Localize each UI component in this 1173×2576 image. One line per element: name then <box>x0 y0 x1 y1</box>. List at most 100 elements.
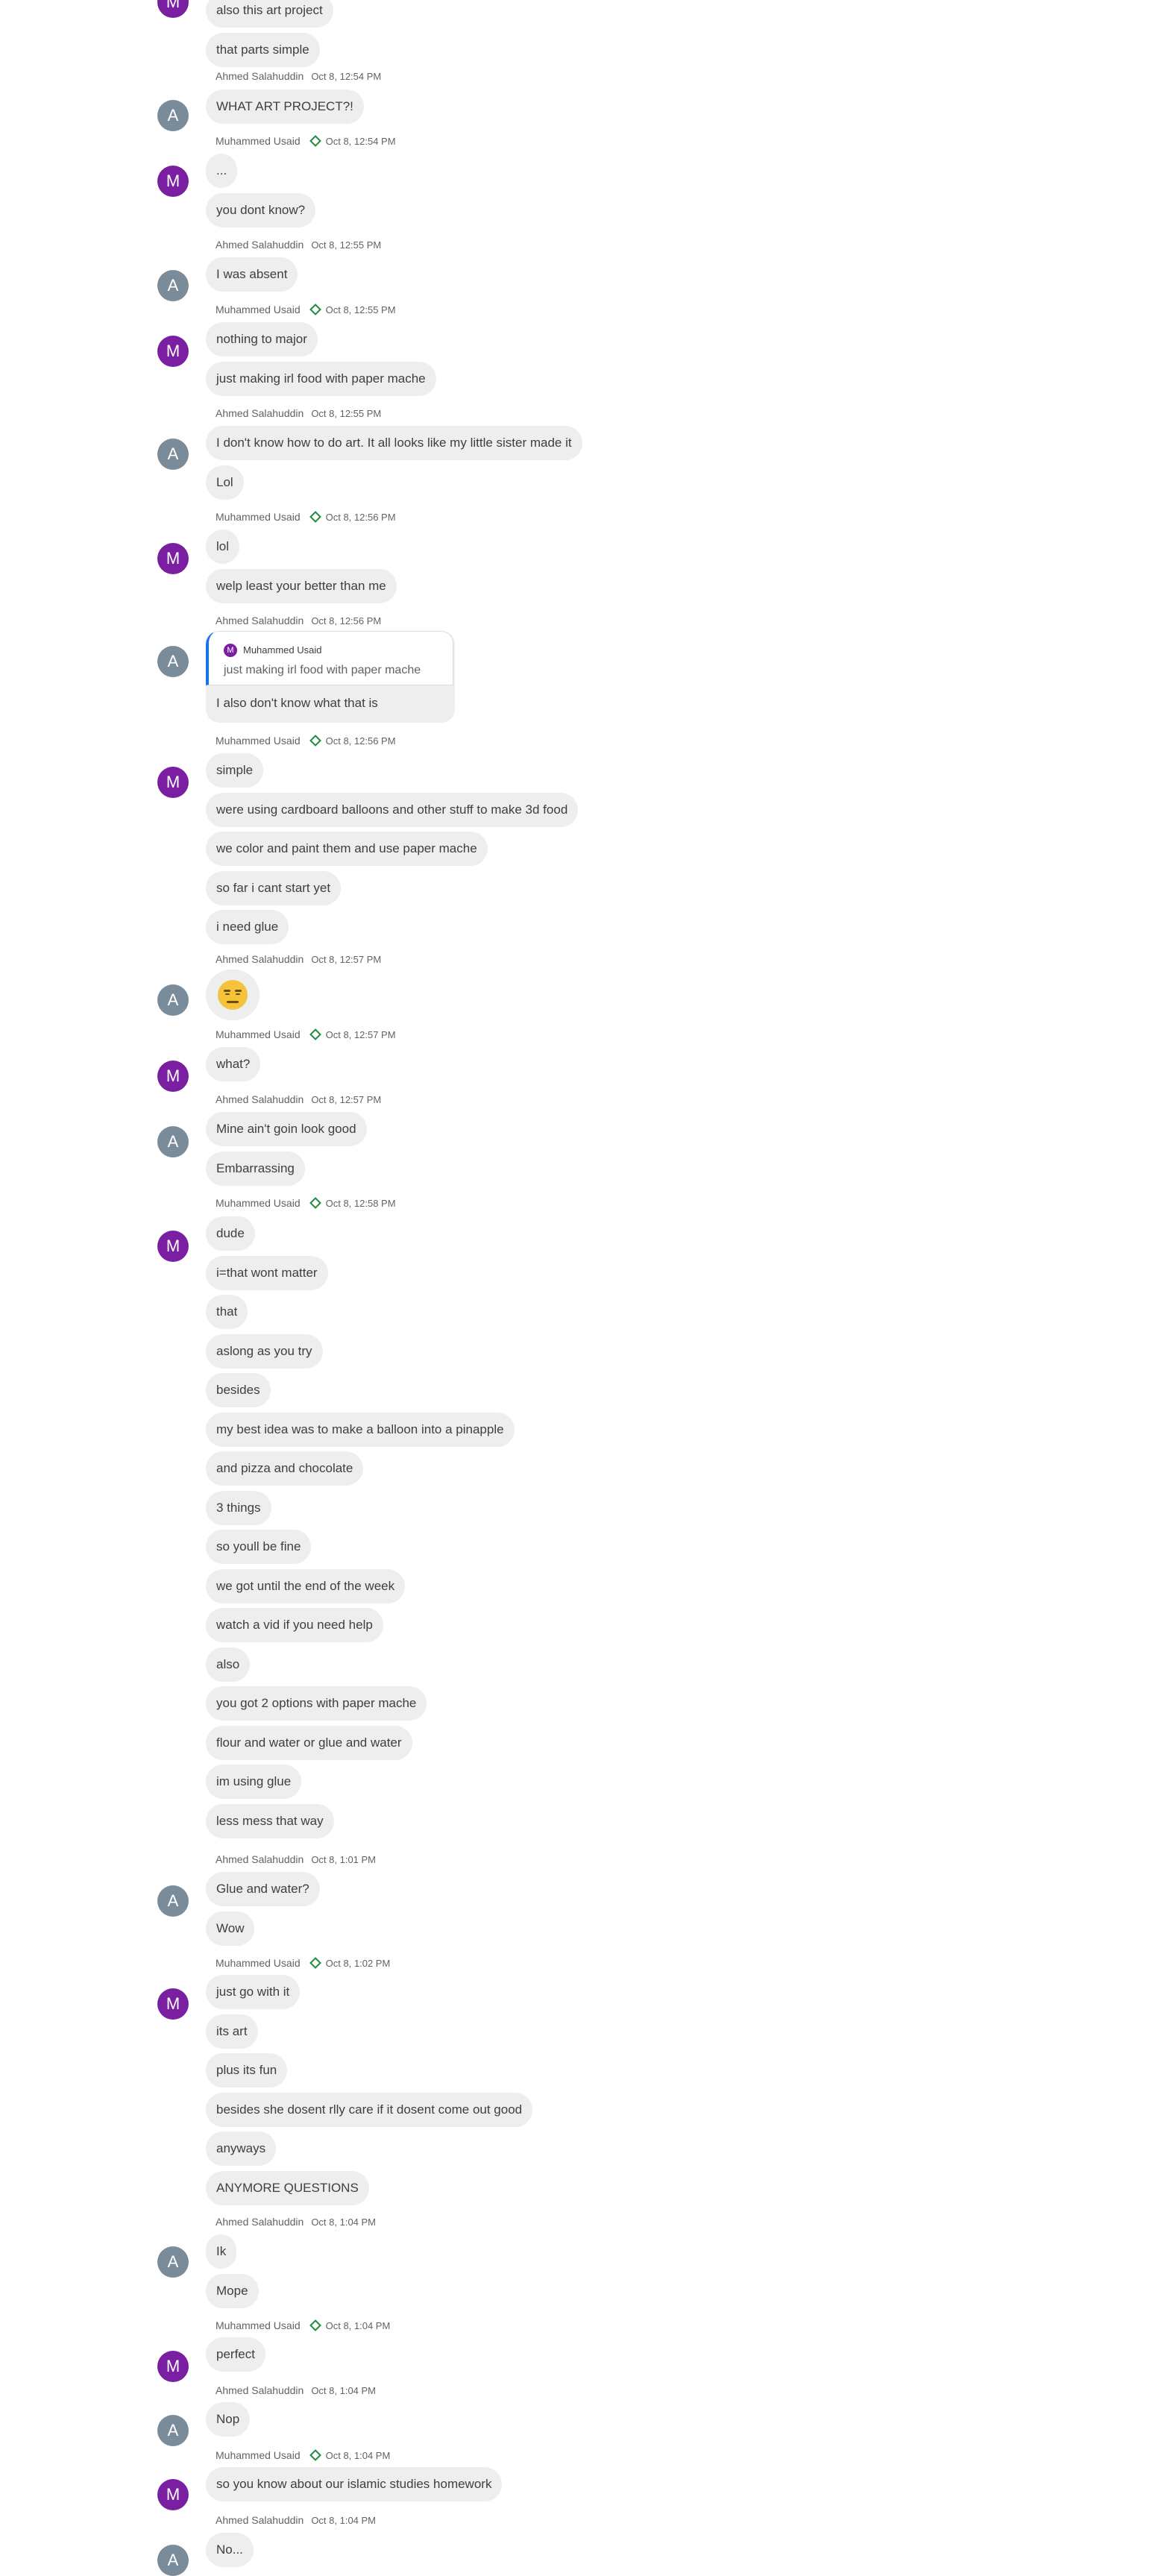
message-bubble[interactable]: that parts simple <box>206 32 320 67</box>
sender-name[interactable]: Muhammed Usaid <box>216 1197 301 1209</box>
message-bubble[interactable]: I don't know how to do art. It all looks… <box>206 426 582 460</box>
message-bubble[interactable]: simple <box>206 753 264 788</box>
message-bubble[interactable]: just making irl food with paper mache <box>206 361 436 396</box>
avatar[interactable]: M <box>157 1061 189 1092</box>
avatar[interactable]: M <box>157 0 189 18</box>
reply-message[interactable]: M Muhammed Usaid just making irl food with… <box>206 631 455 723</box>
avatar[interactable]: M <box>157 2479 189 2510</box>
avatar[interactable]: A <box>157 439 189 470</box>
message-bubble[interactable]: that <box>206 1295 248 1329</box>
message-bubble[interactable]: we color and paint them and use paper ma… <box>206 832 488 866</box>
message-timestamp: Oct 8, 1:02 PM <box>325 1958 391 1969</box>
sender-name[interactable]: Ahmed Salahuddin <box>216 2216 304 2228</box>
message-bubble[interactable]: also <box>206 1647 251 1682</box>
message-bubble[interactable]: besides she dosent rlly care if it dosen… <box>206 2092 533 2127</box>
message-bubble[interactable]: flour and water or glue and water <box>206 1725 412 1760</box>
message-bubble[interactable]: Glue and water? <box>206 1872 320 1906</box>
message-bubble[interactable]: were using cardboard balloons and other … <box>206 792 579 827</box>
sender-name[interactable]: Muhammed Usaid <box>216 2319 301 2331</box>
message-bubble[interactable]: ANYMORE QUESTIONS <box>206 2170 369 2205</box>
sender-name[interactable]: Muhammed Usaid <box>216 735 301 747</box>
message-bubble[interactable]: Nop <box>206 2402 251 2437</box>
message-bubble[interactable]: Embarrassing <box>206 1151 305 1186</box>
message-bubble[interactable]: WHAT ART PROJECT?! <box>206 89 364 124</box>
message-bubble[interactable]: just go with it <box>206 1975 301 2009</box>
message-bubble[interactable]: less mess that way <box>206 1803 334 1838</box>
emoji-message[interactable] <box>206 970 260 1020</box>
avatar[interactable]: A <box>157 1885 189 1917</box>
message-header: Muhammed Usaid Oct 8, 12:56 PM <box>216 733 396 748</box>
message-bubble[interactable]: you got 2 options with paper mache <box>206 1686 427 1721</box>
message-bubble[interactable]: my best idea was to make a balloon into … <box>206 1412 515 1447</box>
sender-name[interactable]: Ahmed Salahuddin <box>216 615 304 626</box>
message-bubble[interactable]: plus its fun <box>206 2053 288 2087</box>
sender-name[interactable]: Ahmed Salahuddin <box>216 70 304 82</box>
message-timestamp: Oct 8, 1:04 PM <box>311 2385 377 2396</box>
message-bubble[interactable]: its art <box>206 2014 258 2049</box>
avatar[interactable]: A <box>157 646 189 677</box>
chat-message-list: Malso this art project that parts simple A… <box>0 0 1173 2576</box>
sender-name[interactable]: Muhammed Usaid <box>216 1028 301 1040</box>
quoted-avatar: M <box>224 644 237 657</box>
message-bubble[interactable]: perfect <box>206 2337 265 2372</box>
avatar[interactable]: A <box>157 1126 189 1157</box>
message-bubble[interactable]: No... <box>206 2533 254 2567</box>
message-header: Ahmed Salahuddin Oct 8, 1:04 PM <box>216 2383 376 2398</box>
message-bubble[interactable]: so far i cant start yet <box>206 870 342 905</box>
message-bubble[interactable]: so you know about our islamic studies ho… <box>206 2467 503 2501</box>
sender-name[interactable]: Muhammed Usaid <box>216 304 301 315</box>
avatar[interactable]: M <box>157 1988 189 2020</box>
avatar[interactable]: M <box>157 543 189 574</box>
message-bubble[interactable]: lol <box>206 530 240 564</box>
message-bubble[interactable]: what? <box>206 1047 261 1081</box>
message-bubble[interactable]: Lol <box>206 465 244 500</box>
message-bubble[interactable]: you dont know? <box>206 192 316 227</box>
avatar[interactable]: M <box>157 336 189 367</box>
sender-name[interactable]: Muhammed Usaid <box>216 135 301 147</box>
avatar[interactable]: A <box>157 100 189 131</box>
message-bubble[interactable]: dude <box>206 1216 255 1251</box>
message-bubble[interactable]: aslong as you try <box>206 1333 323 1369</box>
sender-name[interactable]: Ahmed Salahuddin <box>216 953 304 965</box>
sender-name[interactable]: Muhammed Usaid <box>216 511 301 523</box>
avatar[interactable]: A <box>157 270 189 301</box>
message-bubble[interactable]: nothing to major <box>206 322 318 356</box>
message-timestamp: Oct 8, 12:55 PM <box>311 408 382 419</box>
sender-name[interactable]: Ahmed Salahuddin <box>216 2384 304 2396</box>
avatar[interactable]: A <box>157 2545 189 2576</box>
avatar[interactable]: A <box>157 984 189 1016</box>
avatar[interactable]: A <box>157 2246 189 2278</box>
sender-name[interactable]: Muhammed Usaid <box>216 1957 301 1969</box>
sender-name[interactable]: Ahmed Salahuddin <box>216 1093 304 1105</box>
avatar[interactable]: M <box>157 767 189 798</box>
message-bubble[interactable]: welp least your better than me <box>206 568 397 603</box>
sender-name[interactable]: Ahmed Salahuddin <box>216 2514 304 2526</box>
avatar[interactable]: M <box>157 1231 189 1262</box>
avatar[interactable]: M <box>157 166 189 197</box>
message-bubble[interactable]: Mope <box>206 2273 259 2308</box>
sender-name[interactable]: Ahmed Salahuddin <box>216 407 304 419</box>
message-header: Ahmed Salahuddin Oct 8, 12:57 PM <box>216 1092 381 1107</box>
message-bubble[interactable]: anyways <box>206 2132 277 2166</box>
sender-name[interactable]: Ahmed Salahuddin <box>216 1853 304 1865</box>
avatar[interactable]: A <box>157 2415 189 2446</box>
message-bubble[interactable]: ... <box>206 154 238 188</box>
message-bubble[interactable]: I was absent <box>206 257 298 292</box>
message-bubble[interactable]: and pizza and chocolate <box>206 1451 364 1486</box>
message-bubble[interactable]: also this art project <box>206 0 333 28</box>
message-bubble[interactable]: 3 things <box>206 1490 271 1525</box>
message-bubble[interactable]: Ik <box>206 2234 237 2269</box>
sender-name[interactable]: Muhammed Usaid <box>216 2449 301 2461</box>
message-bubble[interactable]: i need glue <box>206 910 289 944</box>
message-bubble[interactable]: i=that wont matter <box>206 1255 328 1290</box>
sender-name[interactable]: Ahmed Salahuddin <box>216 239 304 251</box>
avatar[interactable]: M <box>157 2351 189 2382</box>
message-bubble[interactable]: Wow <box>206 1911 255 1946</box>
quoted-message[interactable]: M Muhammed Usaid just making irl food with… <box>206 631 453 685</box>
message-bubble[interactable]: so youll be fine <box>206 1530 312 1564</box>
message-bubble[interactable]: besides <box>206 1373 271 1407</box>
message-bubble[interactable]: we got until the end of the week <box>206 1568 406 1603</box>
message-bubble[interactable]: watch a vid if you need help <box>206 1608 383 1642</box>
message-bubble[interactable]: Mine ain't goin look good <box>206 1112 367 1146</box>
message-bubble[interactable]: im using glue <box>206 1765 302 1799</box>
